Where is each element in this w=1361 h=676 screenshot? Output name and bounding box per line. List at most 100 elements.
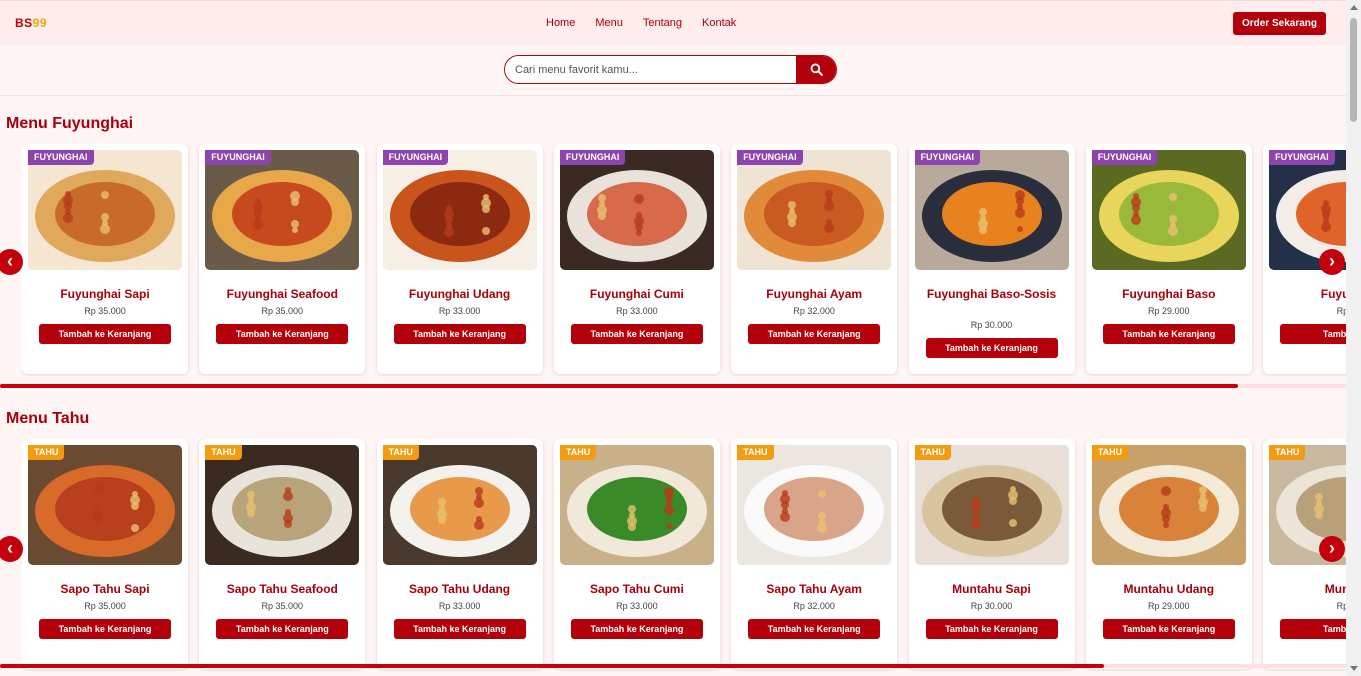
menu-card[interactable]: TAHU Muntahu Udang Rp 29.000 Tambah ke Kera… [1085,439,1252,669]
nav-link-menu[interactable]: Menu [595,17,623,29]
menu-item-price: Rp 29.000 [1148,306,1190,316]
menu-item-image [1091,445,1246,565]
menu-item-image [737,445,892,565]
menu-item-price: Rp 35.000 [84,601,126,611]
nav-link-home[interactable]: Home [546,17,575,29]
add-to-cart-button[interactable]: Tambah ke Keranjang [748,619,881,639]
menu-card[interactable]: FUYUNGHAI Fuyunghai Udang Rp 33.000 Tambah … [376,144,543,374]
menu-card[interactable]: TAHU Sapo Tahu Seafood Rp 35.000 Tambah ke … [199,439,366,669]
scroll-down-arrow-icon[interactable] [1350,666,1358,671]
category-badge: FUYUNGHAI [382,150,449,165]
add-to-cart-button[interactable]: Tambah ke Keranjang [1102,324,1235,344]
add-to-cart-button[interactable]: Tambah ke [1280,324,1346,344]
search-section [0,45,1346,96]
menu-card[interactable]: FUYUNGHAI Fuyunghai Ayam Rp 32.000 Tambah k… [731,144,898,374]
menu-item-name: Sapo Tahu Udang [409,582,511,596]
carousel-fuyunghai: FUYUNGHAI Fuyunghai Sapi Rp 35.000 Tambah k… [22,144,1346,376]
add-to-cart-button[interactable]: Tambah ke Keranjang [393,324,526,344]
menu-item-price: Rp 35.000 [84,306,126,316]
search-box [504,55,837,84]
menu-item-name: Sapo Tahu Seafood [226,582,338,596]
add-to-cart-button[interactable]: Tambah ke Keranjang [393,619,526,639]
menu-item-image [205,445,360,565]
menu-item-name: Sapo Tahu Cumi [590,582,684,596]
menu-item-name: Fuyunghai Sapi [60,287,150,301]
add-to-cart-button[interactable]: Tambah ke Keranjang [216,619,349,639]
menu-item-price: Rp 35.000 [261,601,304,611]
menu-card[interactable]: TAHU Sapo Tahu Sapi Rp 35.000 Tambah ke Ker… [22,439,188,669]
menu-card[interactable]: FUYUNGHAI Fuyunghai Cumi Rp 33.000 Tambah k… [553,144,720,374]
page-scrollbar[interactable] [1346,0,1361,676]
menu-item-name: Muntahu Sapi [952,582,1031,596]
search-icon [810,63,823,76]
menu-card[interactable]: FUYUNGHAI Fuyunghai Baso-Sosis Rp 30.000 Ta… [908,144,1075,374]
menu-item-image [1091,150,1246,270]
menu-item-name: Fuyunghai Baso-Sosis [926,287,1057,301]
add-to-cart-button[interactable]: Tambah ke [1280,619,1346,639]
nav-links: Home Menu Tentang Kontak [546,17,736,29]
menu-card[interactable]: FUYUNGHAI Fuyunghai Seafood Rp 35.000 Tamba… [199,144,366,374]
category-badge: TAHU [914,445,951,460]
nav-link-tentang[interactable]: Tentang [643,17,682,29]
menu-item-price: Rp 33.000 [438,306,481,316]
add-to-cart-button[interactable]: Tambah ke Keranjang [748,324,881,344]
carousel-progress-tahu[interactable] [0,664,1346,668]
menu-item-price: Rp 2 [1336,306,1346,316]
menu-item-image [559,445,714,565]
menu-card[interactable]: TAHU Sapo Tahu Ayam Rp 32.000 Tambah ke Ker… [731,439,898,669]
add-to-cart-button[interactable]: Tambah ke Keranjang [39,324,171,344]
menu-item-price: Rp 32.000 [793,601,835,611]
menu-item-image [914,445,1069,565]
menu-card[interactable]: TAHU Muntahu Sapi Rp 30.000 Tambah ke Keran… [908,439,1075,669]
logo-part-2: 99 [32,16,48,30]
menu-card[interactable]: FUYUNGHAI Fuyunghai Baso Rp 29.000 Tambah k… [1085,144,1252,374]
menu-item-name: Sapo Tahu Ayam [766,582,862,596]
add-to-cart-button[interactable]: Tambah ke Keranjang [216,324,349,344]
menu-item-image [737,150,892,270]
category-badge: FUYUNGHAI [28,150,94,165]
category-badge: TAHU [28,445,65,460]
carousel-progress-fuyunghai[interactable] [0,384,1346,388]
carousel-prev-button[interactable]: ‹ [0,536,23,562]
brand-logo[interactable]: BS99 [15,16,47,30]
menu-item-price: Rp 33.000 [438,601,481,611]
navbar: BS99 Home Menu Tentang Kontak Order Seka… [0,0,1346,45]
scroll-up-arrow-icon[interactable] [1350,5,1358,10]
carousel-next-button[interactable]: › [1319,536,1345,562]
menu-item-price: Rp 2 [1336,601,1346,611]
menu-card[interactable]: TAHU Sapo Tahu Udang Rp 33.000 Tambah ke Ke… [376,439,543,669]
menu-item-price: Rp 32.000 [793,306,835,316]
category-badge: FUYUNGHAI [205,150,271,165]
add-to-cart-button[interactable]: Tambah ke Keranjang [925,338,1058,358]
add-to-cart-button[interactable]: Tambah ke Keranjang [1102,619,1235,639]
menu-item-image [559,150,714,270]
add-to-cart-button[interactable]: Tambah ke Keranjang [570,619,703,639]
menu-item-price: Rp 29.000 [1148,601,1190,611]
menu-card[interactable]: FUYUNGHAI Fuyunghai Sapi Rp 35.000 Tambah k… [22,144,188,374]
menu-item-price: Rp 30.000 [970,320,1013,330]
category-badge: FUYUNGHAI [1091,150,1158,165]
category-badge: TAHU [205,445,242,460]
category-badge: FUYUNGHAI [914,150,980,165]
scrollbar-thumb[interactable] [1350,18,1357,122]
add-to-cart-button[interactable]: Tambah ke Keranjang [925,619,1058,639]
menu-item-image [205,150,360,270]
menu-item-price: Rp 33.000 [616,601,658,611]
nav-link-kontak[interactable]: Kontak [702,17,736,29]
menu-item-price: Rp 33.000 [616,306,658,316]
carousel-next-button[interactable]: › [1319,249,1345,275]
search-input[interactable] [505,56,796,83]
category-badge: FUYUNGHAI [559,150,626,165]
menu-item-image [28,445,182,565]
order-now-button[interactable]: Order Sekarang [1233,12,1326,35]
carousel-progress-fill [0,664,1104,668]
search-button[interactable] [796,56,836,83]
menu-item-name: Fuyungh [1320,287,1346,301]
carousel-prev-button[interactable]: ‹ [0,249,23,275]
menu-item-name: Fuyunghai Baso [1122,287,1216,301]
menu-card[interactable]: TAHU Sapo Tahu Cumi Rp 33.000 Tambah ke Ker… [553,439,720,669]
add-to-cart-button[interactable]: Tambah ke Keranjang [39,619,171,639]
section-title-tahu: Menu Tahu [6,410,90,427]
menu-item-name: Fuyunghai Cumi [589,287,684,301]
add-to-cart-button[interactable]: Tambah ke Keranjang [570,324,703,344]
